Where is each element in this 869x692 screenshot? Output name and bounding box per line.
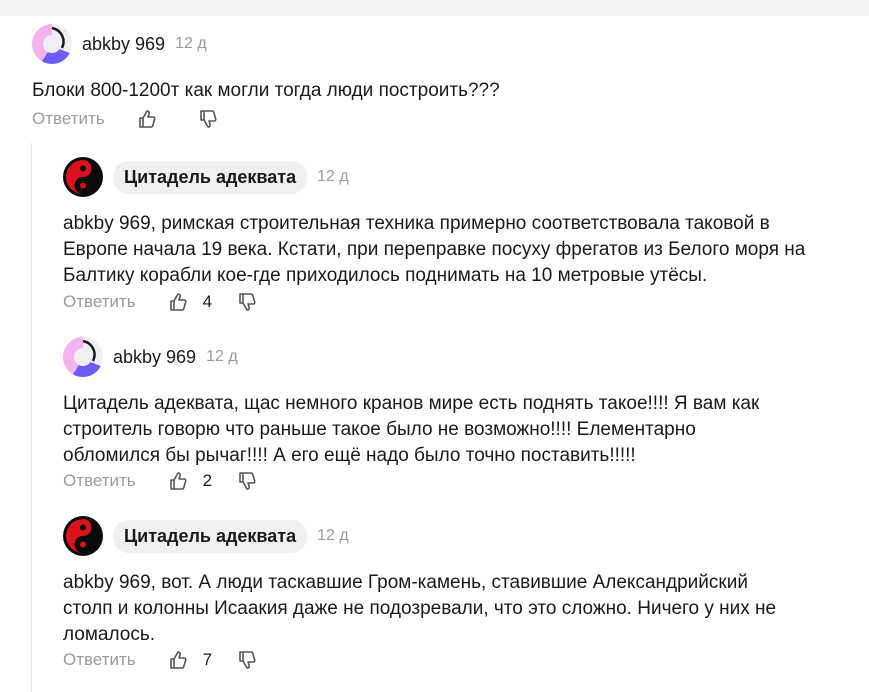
like-count: 4: [202, 292, 213, 311]
author-name[interactable]: abkby 969: [82, 34, 165, 55]
dislike-button[interactable]: [237, 292, 257, 312]
comment-actions: Ответить: [32, 107, 218, 131]
thumbs-down-icon: [238, 651, 256, 669]
thumbs-down-icon: [238, 293, 256, 311]
timestamp: 12 д: [206, 348, 238, 365]
dislike-button[interactable]: [237, 471, 257, 491]
like-button[interactable]: [168, 292, 188, 312]
comment-header: abkby 969 12 д: [32, 24, 207, 64]
reply-button[interactable]: Ответить: [63, 292, 136, 312]
thumbs-up-icon: [169, 651, 187, 669]
comment-actions: Ответить 2: [63, 469, 257, 493]
like-button[interactable]: [137, 109, 157, 129]
comment-text: Цитадель адеквата, щас немного кранов ми…: [63, 393, 760, 466]
author-name[interactable]: Цитадель адеквата: [113, 160, 308, 194]
like-button[interactable]: [168, 650, 188, 670]
comment-header: Цитадель адеквата 12 д: [63, 516, 349, 556]
avatar[interactable]: [32, 24, 72, 64]
author-name[interactable]: Цитадель адеквата: [113, 519, 308, 553]
timestamp: 12 д: [317, 168, 349, 185]
avatar[interactable]: [63, 337, 103, 377]
author-name[interactable]: abkby 969: [113, 347, 196, 368]
avatar[interactable]: [63, 516, 103, 556]
top-strip: [0, 0, 869, 16]
avatar[interactable]: [63, 157, 103, 197]
comment-header: Цитадель адеквата 12 д: [63, 157, 349, 197]
like-button[interactable]: [168, 471, 188, 491]
thumbs-up-icon: [169, 293, 187, 311]
comment-actions: Ответить 7: [63, 648, 257, 672]
timestamp: 12 д: [317, 527, 349, 544]
comment-text: Блоки 800-1200т как могли тогда люди пос…: [32, 80, 500, 101]
reply-button[interactable]: Ответить: [63, 650, 136, 670]
thumbs-up-icon: [138, 110, 156, 128]
thumbs-up-icon: [169, 472, 187, 490]
like-count: 7: [202, 650, 213, 669]
dislike-button[interactable]: [198, 109, 218, 129]
reply-button[interactable]: Ответить: [63, 471, 136, 491]
comment-header: abkby 969 12 д: [63, 337, 238, 377]
thumbs-down-icon: [238, 472, 256, 490]
dislike-button[interactable]: [237, 650, 257, 670]
comment-actions: Ответить 4: [63, 290, 257, 314]
comment-text: abkby 969, вот. А люди таскавшие Гром-ка…: [63, 572, 777, 645]
thread-line: [31, 143, 32, 692]
thumbs-down-icon: [199, 110, 217, 128]
timestamp: 12 д: [175, 35, 207, 52]
reply-button[interactable]: Ответить: [32, 109, 105, 129]
comment-text: abkby 969, римская строительная техника …: [63, 213, 806, 286]
like-count: 2: [202, 471, 213, 490]
